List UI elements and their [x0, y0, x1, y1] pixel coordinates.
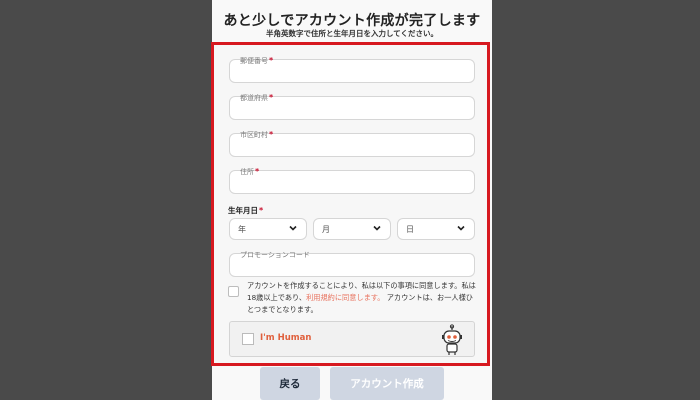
create-account-button[interactable]: アカウント作成: [330, 367, 444, 400]
city-label: 市区町村*: [240, 130, 274, 139]
birthdate-label: 生年月日*: [228, 206, 264, 215]
birth-day-select[interactable]: 日: [397, 218, 475, 240]
form-highlight-box: 郵便番号* 都道府県* 市区町村* 住所* 生年月日* 年 月 日 プロモーショ…: [211, 42, 490, 366]
required-mark: *: [259, 206, 264, 215]
birth-year-select[interactable]: 年: [229, 218, 307, 240]
captcha-checkbox[interactable]: [242, 333, 254, 345]
prefecture-field[interactable]: 都道府県*: [229, 93, 475, 120]
birth-day-text: 日: [406, 225, 414, 234]
agreement-text: アカウントを作成することにより、私は以下の事項に同意します。私は18歳以上であり…: [247, 281, 476, 314]
terms-link[interactable]: 利用規約に同意します。: [306, 293, 384, 302]
birth-month-select[interactable]: 月: [313, 218, 391, 240]
page-title: あと少しでアカウント作成が完了します: [223, 13, 481, 29]
postal-code-field[interactable]: 郵便番号*: [229, 56, 475, 83]
back-button-label: 戻る: [279, 378, 301, 390]
chevron-down-icon: [373, 225, 381, 231]
agreement-checkbox[interactable]: [228, 286, 239, 297]
city-field[interactable]: 市区町村*: [229, 130, 475, 157]
required-mark: *: [269, 93, 274, 102]
promo-code-field[interactable]: プロモーションコード: [229, 251, 475, 277]
required-mark: *: [269, 130, 274, 139]
captcha-widget: I'm Human: [229, 321, 475, 357]
create-account-button-label: アカウント作成: [350, 378, 424, 390]
postal-code-label: 郵便番号*: [240, 56, 274, 65]
birth-year-text: 年: [238, 225, 246, 234]
prefecture-label: 都道府県*: [240, 93, 274, 102]
required-mark: *: [269, 56, 274, 65]
chevron-down-icon: [289, 225, 297, 231]
required-mark: *: [255, 167, 260, 176]
address-label: 住所*: [240, 167, 260, 176]
promo-code-label: プロモーションコード: [240, 251, 310, 259]
birth-month-text: 月: [322, 225, 330, 234]
captcha-label: I'm Human: [260, 333, 312, 343]
back-button[interactable]: 戻る: [260, 367, 320, 400]
address-field[interactable]: 住所*: [229, 167, 475, 194]
chevron-down-icon: [457, 225, 465, 231]
page-subtitle: 半角英数字で住所と生年月日を入力してください。: [265, 29, 439, 38]
robot-icon: [442, 324, 462, 355]
